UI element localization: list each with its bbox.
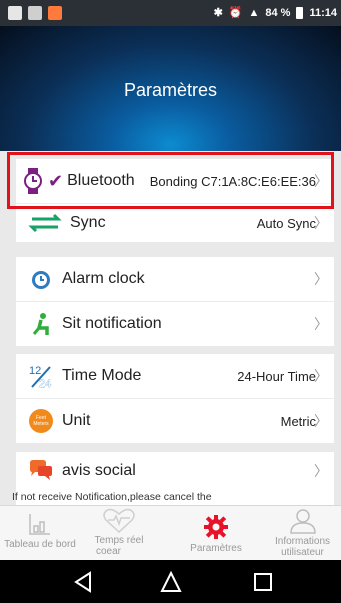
tab-user-info-label-2: utilisateur [281, 547, 324, 558]
bottom-tab-bar: Tableau de bord Temps réel coear Paramèt… [0, 505, 341, 561]
chevron-right-icon: 〉 [314, 173, 328, 189]
social-label: avis social [62, 462, 136, 479]
time-mode-label: Time Mode [62, 367, 142, 384]
bluetooth-row[interactable]: ✔ Bluetooth Bonding C7:1A:8C:E6:EE:36 〉 [16, 159, 334, 204]
bluetooth-value: Bonding C7:1A:8C:E6:EE:36 [149, 173, 316, 189]
time-mode-value: 24-Hour Time [237, 368, 316, 384]
check-icon: ✔ [48, 170, 64, 191]
chevron-right-icon: 〉 [314, 368, 328, 384]
sit-notification-row[interactable]: Sit notification 〉 [16, 302, 334, 346]
sync-value: Auto Sync [256, 215, 316, 231]
app-notification-icon [48, 6, 62, 20]
signal-icon: ▲ [248, 6, 260, 19]
tab-dashboard[interactable]: Tableau de bord [0, 506, 80, 561]
header-banner: Paramètres [0, 26, 341, 151]
time-mode-icon: 12 24 [28, 363, 54, 389]
connectivity-card: ✔ Bluetooth Bonding C7:1A:8C:E6:EE:36 〉 … [16, 159, 334, 242]
chevron-right-icon: 〉 [314, 413, 328, 429]
chevron-right-icon: 〉 [314, 316, 328, 332]
watch-icon [20, 168, 46, 194]
bar-chart-icon [29, 514, 50, 535]
battery-percent: 84 % [265, 6, 291, 19]
time-mode-icon-bottom: 24 [39, 378, 51, 389]
tab-dashboard-label: Tableau de bord [4, 539, 76, 550]
bluetooth-status-icon: ✱ [213, 7, 223, 19]
battery-icon [296, 6, 304, 19]
sit-notification-label: Sit notification [62, 315, 162, 332]
gallery-notification-icon [8, 6, 22, 20]
unit-row[interactable]: Feet Meters Unit Metric 〉 [16, 399, 334, 443]
chevron-right-icon: 〉 [314, 215, 328, 231]
social-row[interactable]: avis social 〉 [16, 452, 334, 490]
unit-icon: Feet Meters [28, 408, 54, 434]
format-card: 12 24 Time Mode 24-Hour Time 〉 Feet Mete… [16, 354, 334, 443]
back-icon[interactable] [70, 569, 96, 595]
tab-user-info-label-1: Informations [274, 536, 331, 547]
tab-settings-label: Paramètres [190, 543, 242, 554]
bluetooth-label: Bluetooth [67, 172, 135, 189]
app-notification-icon [28, 6, 42, 20]
recents-icon[interactable] [250, 569, 276, 595]
alarm-label: Alarm clock [62, 270, 145, 287]
heart-pulse-icon [103, 508, 135, 534]
sync-label: Sync [70, 214, 106, 231]
unit-icon-bottom: Meters [33, 421, 49, 427]
alerts-card: Alarm clock 〉 Sit notification 〉 [16, 257, 334, 346]
gear-icon [204, 515, 228, 539]
sync-arrows-icon [28, 210, 62, 236]
system-nav-bar [0, 560, 341, 603]
alarm-status-icon: ⏰ [228, 7, 243, 19]
chevron-right-icon: 〉 [314, 271, 328, 287]
home-icon[interactable] [158, 569, 184, 595]
status-bar: ✱ ⏰ ▲ 84 % 11:14 [0, 0, 341, 26]
sync-row[interactable]: Sync Auto Sync 〉 [16, 204, 334, 242]
tab-user-info[interactable]: Informations utilisateur [264, 506, 341, 561]
unit-label: Unit [62, 412, 91, 429]
tab-settings[interactable]: Paramètres [176, 506, 256, 561]
tab-realtime[interactable]: Temps réel coear [80, 506, 158, 561]
user-icon [289, 509, 316, 534]
alarm-row[interactable]: Alarm clock 〉 [16, 257, 334, 302]
sitting-person-icon [28, 311, 54, 337]
tab-realtime-label-1: Temps réel [94, 535, 144, 546]
chat-bubbles-icon [28, 458, 54, 484]
alarm-clock-icon [28, 266, 54, 292]
unit-value: Metric [280, 413, 316, 429]
page-title: Paramètres [123, 80, 218, 100]
time-mode-icon-top: 12 [29, 365, 41, 377]
tab-realtime-label-2: coear [96, 546, 122, 557]
time-mode-row[interactable]: 12 24 Time Mode 24-Hour Time 〉 [16, 354, 334, 399]
notification-note: If not receive Notification,please cance… [12, 491, 212, 503]
clock: 11:14 [309, 6, 337, 19]
chevron-right-icon: 〉 [314, 463, 328, 479]
